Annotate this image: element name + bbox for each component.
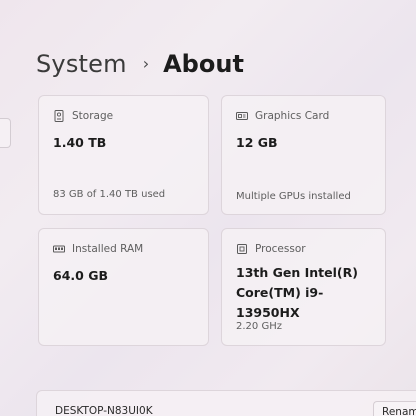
processor-icon xyxy=(236,243,248,255)
processor-header: Processor xyxy=(236,243,306,255)
breadcrumb-separator: › xyxy=(142,53,150,73)
device-name: DESKTOP-N83UI0K xyxy=(55,405,153,416)
storage-label: Storage xyxy=(72,110,114,122)
storage-value: 1.40 TB xyxy=(53,135,107,150)
processor-label: Processor xyxy=(255,243,306,255)
graphics-card-value: 12 GB xyxy=(236,135,278,150)
processor-card[interactable]: Processor 13th Gen Intel(R) Core(TM) i9-… xyxy=(221,228,386,346)
rename-button[interactable]: Rename xyxy=(373,401,416,416)
graphics-card-label: Graphics Card xyxy=(255,110,330,122)
storage-detail: 83 GB of 1.40 TB used xyxy=(53,189,166,200)
storage-card-header: Storage xyxy=(53,110,113,122)
device-name-row: DESKTOP-N83UI0K Rename xyxy=(36,390,416,416)
graphics-card-detail: Multiple GPUs installed xyxy=(236,191,351,202)
installed-ram-label: Installed RAM xyxy=(72,243,144,255)
storage-card[interactable]: Storage 1.40 TB 83 GB of 1.40 TB used xyxy=(38,95,209,215)
nav-pane-edge xyxy=(0,118,11,148)
processor-value: 13th Gen Intel(R) Core(TM) i9-13950HX xyxy=(236,265,358,320)
storage-icon xyxy=(53,110,65,122)
installed-ram-card[interactable]: Installed RAM 64.0 GB xyxy=(38,228,209,346)
installed-ram-value: 64.0 GB xyxy=(53,268,108,283)
breadcrumb-system-link[interactable]: System xyxy=(36,50,127,78)
graphics-card-icon xyxy=(236,110,248,122)
installed-ram-header: Installed RAM xyxy=(53,243,143,255)
ram-icon xyxy=(53,243,65,255)
graphics-card-header: Graphics Card xyxy=(236,110,329,122)
page-title: About xyxy=(163,50,244,78)
graphics-card-card[interactable]: Graphics Card 12 GB Multiple GPUs instal… xyxy=(221,95,386,215)
breadcrumb: System › About xyxy=(36,44,244,84)
processor-detail: 2.20 GHz xyxy=(236,321,282,332)
